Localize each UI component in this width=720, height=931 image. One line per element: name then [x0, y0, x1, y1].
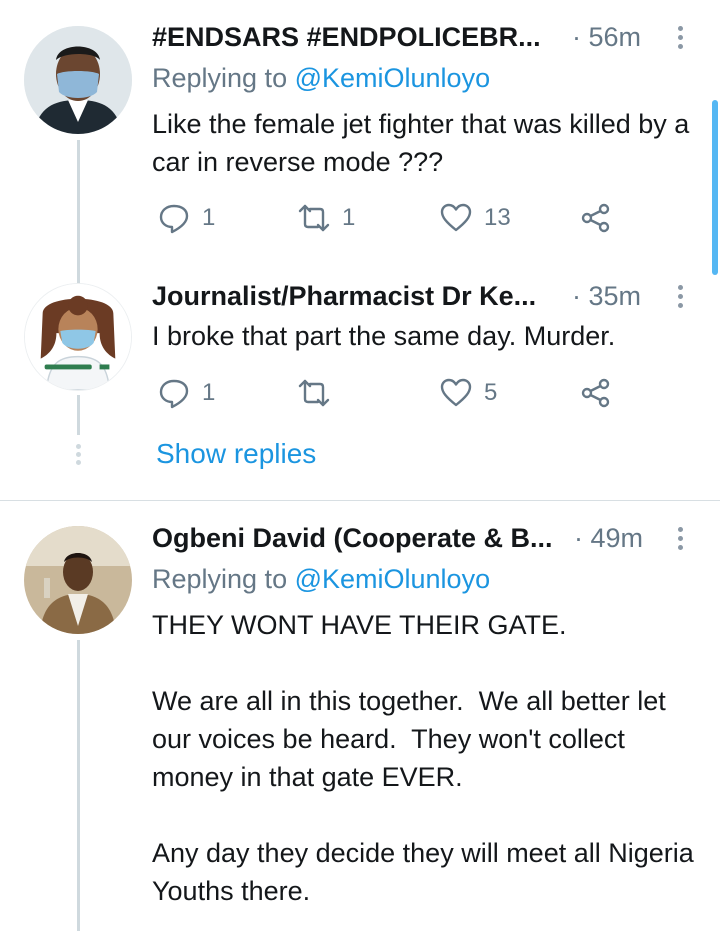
- reply-icon: [159, 379, 189, 409]
- mention-link[interactable]: @KemiOlunloyo: [295, 63, 491, 93]
- divider: [0, 500, 720, 501]
- display-name[interactable]: Ogbeni David (Cooperate & B...: [152, 523, 553, 554]
- thread-line: [77, 395, 80, 435]
- reply-button[interactable]: 1: [158, 377, 215, 409]
- timestamp[interactable]: · 49m: [574, 523, 643, 554]
- mention-link[interactable]: @KemiOlunloyo: [295, 564, 491, 594]
- reply-count: 1: [202, 204, 216, 231]
- like-icon: [440, 378, 472, 407]
- timestamp[interactable]: · 56m: [572, 22, 641, 53]
- retweet-button[interactable]: 1: [298, 202, 355, 234]
- like-button[interactable]: 5: [440, 377, 497, 409]
- like-count: 13: [484, 204, 511, 231]
- tweet-text: I broke that part the same day. Murder.: [152, 321, 616, 351]
- like-count: 5: [484, 379, 498, 406]
- retweet-button[interactable]: [298, 377, 342, 409]
- retweet-icon: [298, 204, 330, 232]
- reply-button[interactable]: 1: [158, 202, 215, 234]
- more-options-icon[interactable]: [670, 26, 690, 53]
- replying-prefix: Replying to: [152, 63, 295, 93]
- avatar[interactable]: [24, 526, 132, 634]
- thread-dots: [76, 444, 81, 468]
- more-options-icon[interactable]: [670, 285, 690, 312]
- show-replies-link[interactable]: Show replies: [156, 438, 316, 470]
- share-icon: [581, 378, 610, 408]
- share-button[interactable]: [580, 202, 612, 234]
- share-icon: [581, 203, 610, 233]
- replying-to: Replying to @KemiOlunloyo: [152, 564, 490, 595]
- display-name[interactable]: Journalist/Pharmacist Dr Ke...: [152, 281, 536, 312]
- avatar[interactable]: [24, 283, 132, 391]
- avatar[interactable]: [24, 26, 132, 134]
- retweet-count: 1: [342, 204, 356, 231]
- thread-line: [77, 140, 80, 285]
- scrollbar[interactable]: [712, 100, 718, 275]
- man-in-suit-avatar-icon: [24, 526, 132, 634]
- reply-count: 1: [202, 379, 216, 406]
- tweet-text: THEY WONT HAVE THEIR GATE. We are all in…: [152, 610, 694, 906]
- reply-icon: [159, 204, 189, 234]
- more-options-icon[interactable]: [670, 527, 690, 554]
- tweet-text: Like the female jet fighter that was kil…: [152, 109, 697, 177]
- replying-prefix: Replying to: [152, 564, 295, 594]
- display-name[interactable]: #ENDSARS #ENDPOLICEBR...: [152, 22, 541, 53]
- cartoon-pharmacist-avatar-icon: [25, 284, 131, 390]
- thread-line: [77, 640, 80, 931]
- like-icon: [440, 203, 472, 232]
- replying-to: Replying to @KemiOlunloyo: [152, 63, 490, 94]
- share-button[interactable]: [580, 377, 612, 409]
- timestamp[interactable]: · 35m: [572, 281, 641, 312]
- like-button[interactable]: 13: [440, 202, 511, 234]
- retweet-icon: [298, 379, 330, 407]
- masked-man-avatar-icon: [24, 26, 132, 134]
